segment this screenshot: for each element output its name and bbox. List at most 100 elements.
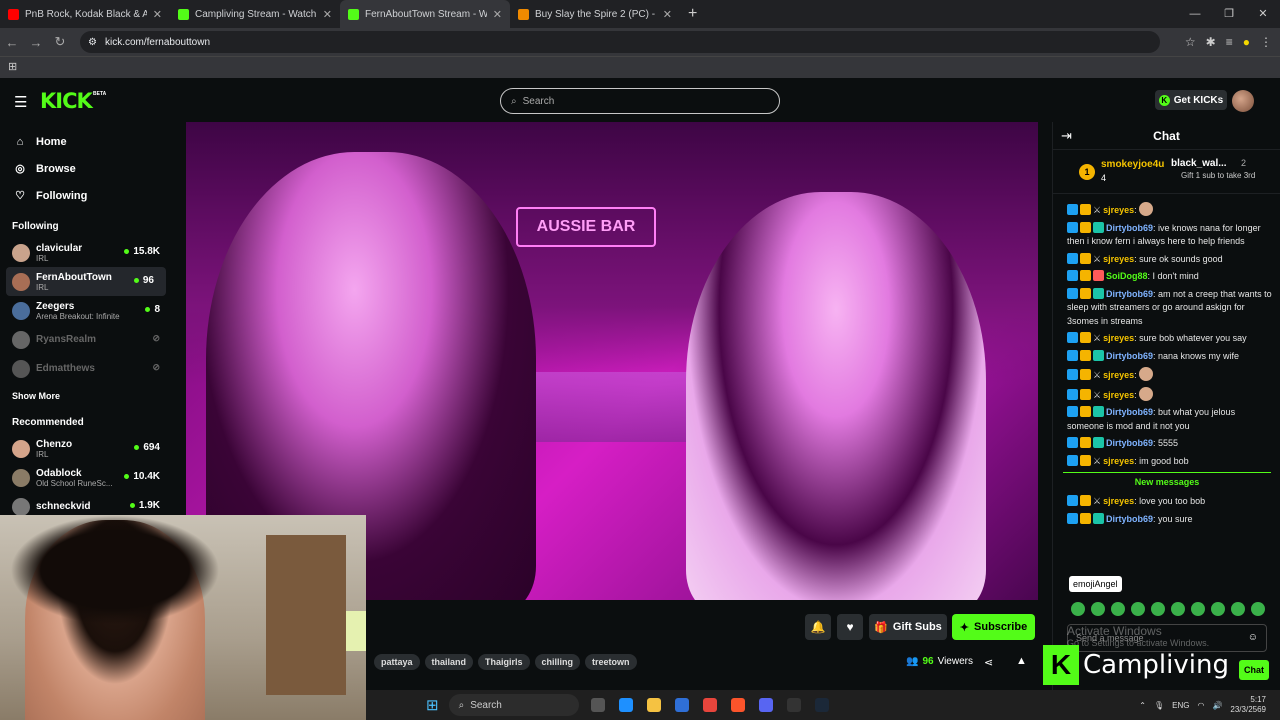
- close-window-icon[interactable]: ✕: [1246, 0, 1280, 28]
- browser-tab[interactable]: Campliving Stream - Watch Live ✕: [170, 0, 340, 28]
- media-icon[interactable]: ≡: [1226, 28, 1233, 56]
- taskbar-search[interactable]: ⌕ Search: [448, 694, 579, 716]
- stream-tag[interactable]: pattaya: [374, 654, 420, 670]
- reload-icon[interactable]: ↻: [48, 34, 72, 50]
- store-icon[interactable]: [674, 698, 689, 712]
- sidebar-channel[interactable]: Odablock Old School RuneSc... 10.4K: [0, 463, 172, 492]
- hamburger-menu-icon[interactable]: ☰: [14, 93, 27, 111]
- channel-viewers: 1.9K: [129, 500, 160, 511]
- sidebar-nav-home[interactable]: ⌂ Home: [0, 128, 172, 155]
- leader-username[interactable]: smokeyjoe4u: [1101, 159, 1164, 170]
- sidebar-nav-following[interactable]: ♡ Following: [0, 182, 172, 209]
- close-tab-icon[interactable]: ✕: [493, 8, 502, 21]
- sidebar-channel[interactable]: Zeegers Arena Breakout: Infinite 8: [0, 296, 172, 325]
- stream-tag[interactable]: chilling: [534, 654, 581, 670]
- kick-logo[interactable]: KICK: [40, 89, 93, 113]
- site-info-icon[interactable]: ⚙: [88, 37, 97, 48]
- sidebar-channel[interactable]: Chenzo IRL 694: [0, 434, 172, 463]
- chrome-icon[interactable]: [702, 698, 717, 712]
- chat-username[interactable]: Dirtybob69: [1106, 514, 1153, 524]
- send-chat-button[interactable]: Chat: [1239, 660, 1269, 680]
- obs-icon[interactable]: [786, 698, 801, 712]
- report-icon[interactable]: ▲: [1016, 655, 1027, 667]
- sidebar-channel[interactable]: clavicular IRL 15.8K: [0, 238, 172, 267]
- brave-icon[interactable]: [730, 698, 745, 712]
- chat-username[interactable]: Dirtybob69: [1106, 438, 1153, 448]
- emote-icon[interactable]: [1131, 602, 1145, 616]
- apps-grid-icon[interactable]: ⊞: [8, 60, 17, 73]
- steam-icon[interactable]: [814, 698, 829, 712]
- emote-icon[interactable]: [1231, 602, 1245, 616]
- task-view-icon[interactable]: [590, 698, 605, 712]
- sidebar-nav-browse[interactable]: ◎ Browse: [0, 155, 172, 182]
- clock-time: 5:17: [1250, 695, 1266, 704]
- emote-icon[interactable]: [1211, 602, 1225, 616]
- restore-icon[interactable]: ❐: [1212, 0, 1246, 28]
- close-tab-icon[interactable]: ✕: [663, 8, 672, 21]
- chat-username[interactable]: sjreyes: [1103, 370, 1134, 380]
- profile-icon[interactable]: ●: [1243, 28, 1250, 56]
- edge-icon[interactable]: [618, 698, 633, 712]
- browser-tab[interactable]: PnB Rock, Kodak Black & A Boo ✕: [0, 0, 170, 28]
- volume-icon[interactable]: 🔊: [1212, 701, 1222, 710]
- chat-username[interactable]: sjreyes: [1103, 254, 1134, 264]
- user-avatar[interactable]: [1232, 90, 1254, 112]
- emote-icon[interactable]: [1071, 602, 1085, 616]
- share-icon[interactable]: ⋖: [984, 656, 993, 669]
- new-tab-icon[interactable]: +: [680, 5, 705, 23]
- get-kicks-button[interactable]: K Get KICKs: [1155, 90, 1227, 110]
- extensions-icon[interactable]: ✱: [1206, 28, 1216, 56]
- emote-icon[interactable]: [1111, 602, 1125, 616]
- stream-tag[interactable]: treetown: [585, 654, 637, 670]
- mic-icon[interactable]: 🎙: [1154, 701, 1164, 710]
- gift-subs-button[interactable]: 🎁 Gift Subs: [869, 614, 947, 640]
- url-bar[interactable]: ⚙ kick.com/fernabouttown: [80, 31, 1160, 53]
- new-messages-divider[interactable]: New messages: [1063, 472, 1271, 491]
- sidebar-channel[interactable]: Edmatthews ⊘: [0, 354, 172, 383]
- sidebar-channel[interactable]: RyansRealm ⊘: [0, 325, 172, 354]
- chat-username[interactable]: Dirtybob69: [1106, 289, 1153, 299]
- chat-username[interactable]: sjreyes: [1103, 390, 1134, 400]
- search-input[interactable]: ⌕ Search: [500, 88, 780, 114]
- chat-username[interactable]: Dirtybob69: [1106, 407, 1153, 417]
- chat-username[interactable]: Dirtybob69: [1106, 223, 1153, 233]
- clock[interactable]: 5:17 23/3/2569: [1230, 695, 1266, 715]
- close-tab-icon[interactable]: ✕: [323, 8, 332, 21]
- emoji-picker-icon[interactable]: ☺: [1248, 632, 1258, 643]
- chat-username[interactable]: SoiDog88: [1106, 271, 1148, 281]
- chat-username[interactable]: sjreyes: [1103, 496, 1134, 506]
- chat-username[interactable]: sjreyes: [1103, 333, 1134, 343]
- emote-icon[interactable]: [1251, 602, 1265, 616]
- bookmark-star-icon[interactable]: ☆: [1185, 28, 1196, 56]
- chat-username[interactable]: Dirtybob69: [1106, 351, 1153, 361]
- forward-icon[interactable]: →: [24, 35, 48, 50]
- notification-bell-button[interactable]: 🔔: [805, 614, 831, 640]
- show-more-link[interactable]: Show More: [0, 383, 172, 405]
- emote-icon[interactable]: [1091, 602, 1105, 616]
- live-dot-icon: [124, 249, 130, 254]
- sidebar-channel[interactable]: FernAboutTown IRL 96: [6, 267, 166, 296]
- wifi-icon[interactable]: ◠: [1197, 701, 1204, 710]
- chat-username[interactable]: sjreyes: [1103, 456, 1134, 466]
- discord-icon[interactable]: [758, 698, 773, 712]
- language-indicator[interactable]: ENG: [1172, 701, 1189, 710]
- windows-start-icon[interactable]: ⊞: [426, 696, 439, 714]
- stream-tag[interactable]: thailand: [424, 654, 474, 670]
- emote-icon[interactable]: [1171, 602, 1185, 616]
- subscribe-button[interactable]: ✦ Subscribe: [952, 614, 1035, 640]
- chat-username[interactable]: sjreyes: [1103, 205, 1134, 215]
- second-username[interactable]: black_wal...: [1171, 158, 1227, 169]
- browser-tab[interactable]: Buy Slay the Spire 2 (PC) - Stea ✕: [510, 0, 680, 28]
- close-tab-icon[interactable]: ✕: [153, 8, 162, 21]
- file-explorer-icon[interactable]: [646, 698, 661, 712]
- live-dot-icon: [145, 307, 151, 312]
- follow-button[interactable]: ♥: [837, 614, 863, 640]
- menu-icon[interactable]: ⋮: [1260, 28, 1272, 56]
- browser-tab[interactable]: FernAboutTown Stream - W ✕: [340, 0, 510, 28]
- back-icon[interactable]: ←: [0, 35, 24, 50]
- emote-icon[interactable]: [1151, 602, 1165, 616]
- minimize-icon[interactable]: —: [1178, 0, 1212, 28]
- stream-tag[interactable]: Thaigirls: [478, 654, 530, 670]
- tray-chevron-icon[interactable]: ⌃: [1139, 701, 1146, 710]
- emote-icon[interactable]: [1191, 602, 1205, 616]
